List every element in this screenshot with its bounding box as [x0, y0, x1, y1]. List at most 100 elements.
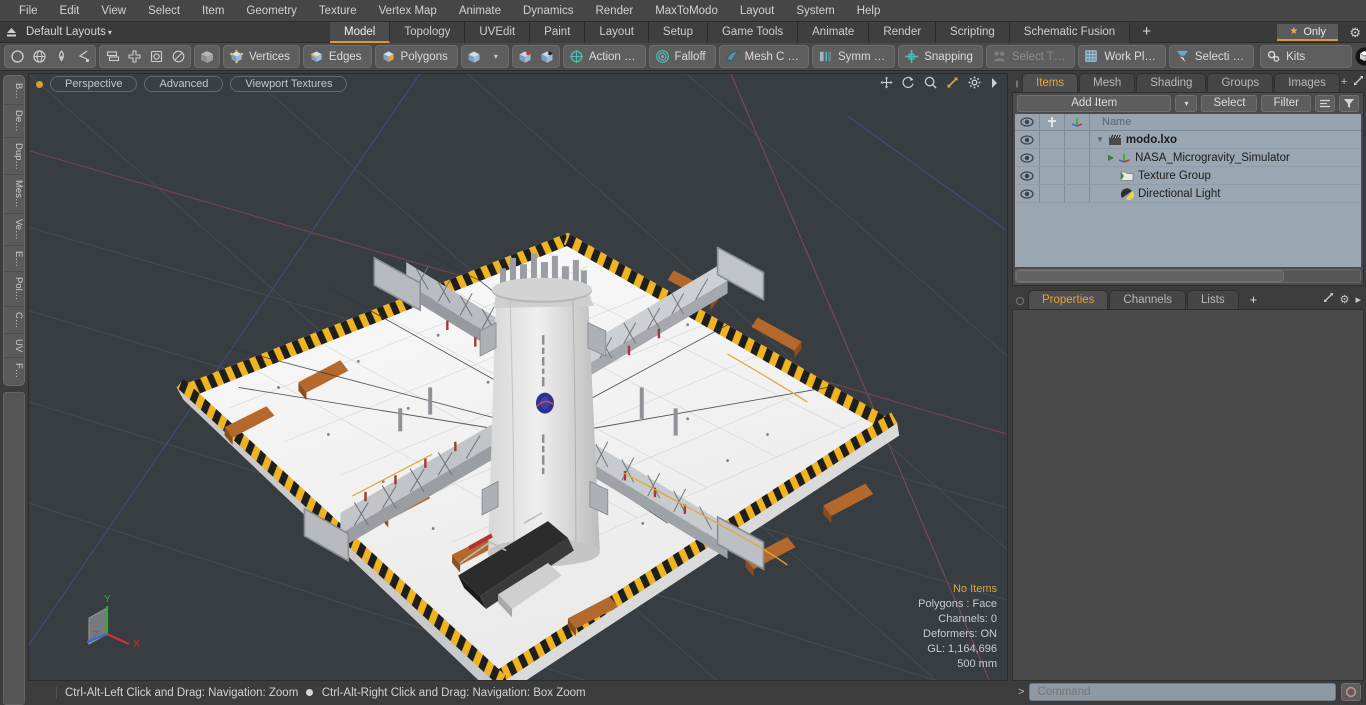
- row-name-cell[interactable]: ▶ NASA_Microgravity_Simulator: [1090, 149, 1361, 167]
- menu-item-geometry[interactable]: Geometry: [235, 0, 308, 22]
- row-axis-cell[interactable]: [1065, 131, 1090, 148]
- selection-set-button[interactable]: Selecti …: [1168, 45, 1255, 68]
- action-center-button[interactable]: Action …: [562, 45, 646, 68]
- snap-cube-a-icon[interactable]: [514, 46, 536, 67]
- panel-gear-icon[interactable]: ⚙: [1340, 293, 1350, 306]
- tab-items[interactable]: Items: [1022, 73, 1079, 92]
- select-button[interactable]: Select: [1201, 94, 1258, 112]
- tab-game-tools[interactable]: Game Tools: [707, 22, 799, 43]
- expand-icon[interactable]: [1323, 292, 1334, 306]
- command-stop-icon[interactable]: [1341, 683, 1361, 701]
- stack-icon[interactable]: [101, 46, 123, 67]
- row-name-cell[interactable]: ▼ modo.lxo: [1090, 131, 1361, 149]
- menu-item-select[interactable]: Select: [137, 0, 191, 22]
- zoom-icon[interactable]: [924, 76, 937, 89]
- row-eye-icon[interactable]: [1015, 131, 1040, 148]
- left-tab-mesh-edit[interactable]: Mes…: [4, 175, 24, 214]
- sketchfab-icon[interactable]: [1355, 46, 1366, 67]
- globe-icon[interactable]: [28, 46, 50, 67]
- row-axis-cell[interactable]: [1065, 167, 1090, 184]
- add-tab-button[interactable]: +: [1130, 22, 1163, 43]
- tab-model[interactable]: Model: [330, 22, 391, 43]
- expander-icon[interactable]: ▶: [1108, 153, 1114, 162]
- viewport-shading-button[interactable]: Advanced: [144, 76, 224, 92]
- falloff-button[interactable]: Falloff: [648, 45, 716, 68]
- panel-handle-icon[interactable]: [1016, 80, 1018, 88]
- expander-icon[interactable]: ▼: [1096, 135, 1104, 144]
- menu-item-help[interactable]: Help: [846, 0, 892, 22]
- work-plane-button[interactable]: Work Pl…: [1078, 45, 1166, 68]
- viewport-more-icon[interactable]: [990, 77, 999, 89]
- menu-item-item[interactable]: Item: [191, 0, 235, 22]
- tab-schematic-fusion[interactable]: Schematic Fusion: [1009, 22, 1131, 43]
- tab-setup[interactable]: Setup: [648, 22, 708, 43]
- items-cube-icon[interactable]: [463, 46, 485, 67]
- items-mode-dropdown[interactable]: ▾: [485, 46, 507, 67]
- tab-paint[interactable]: Paint: [530, 22, 586, 43]
- row-lock-cell[interactable]: [1040, 131, 1065, 148]
- viewport-settings-icon[interactable]: [968, 76, 981, 89]
- row-eye-icon[interactable]: [1015, 167, 1040, 184]
- tab-properties[interactable]: Properties: [1028, 290, 1109, 309]
- funnel-icon[interactable]: [1339, 94, 1359, 112]
- command-input[interactable]: [1029, 683, 1336, 701]
- left-tab-uv[interactable]: UV: [4, 334, 24, 359]
- row-axis-cell[interactable]: [1065, 185, 1090, 202]
- circle-icon[interactable]: [6, 46, 28, 67]
- mesh-constraint-button[interactable]: Mesh C …: [718, 45, 809, 68]
- table-row[interactable]: ▶ NASA_Microgravity_Simulator: [1015, 149, 1361, 167]
- sort-icon[interactable]: [1315, 94, 1335, 112]
- row-name-cell[interactable]: Texture Group: [1090, 167, 1361, 185]
- gear-icon[interactable]: ⚙: [1349, 25, 1361, 41]
- perspective-viewport[interactable]: Perspective Advanced Viewport Textures X…: [28, 73, 1008, 681]
- layout-name[interactable]: Default Layouts ▾: [22, 26, 118, 38]
- menu-item-view[interactable]: View: [90, 0, 137, 22]
- panel-handle-icon[interactable]: [1016, 297, 1024, 305]
- scrollbar-thumb[interactable]: [1016, 270, 1285, 282]
- tab-shading[interactable]: Shading: [1136, 73, 1207, 92]
- radial-icon[interactable]: [167, 46, 189, 67]
- menu-item-layout[interactable]: Layout: [729, 0, 786, 22]
- left-tab-deform[interactable]: De…: [4, 105, 24, 138]
- left-tab-polygon[interactable]: Pol…: [4, 272, 24, 307]
- properties-add-tab-button[interactable]: +: [1240, 290, 1268, 309]
- items-tree[interactable]: Name ▼ modo.lxo ▶ NASA_Microgravity_Simu…: [1015, 114, 1361, 267]
- tab-animate[interactable]: Animate: [798, 22, 870, 43]
- menu-item-file[interactable]: File: [8, 0, 49, 22]
- row-eye-icon[interactable]: [1015, 185, 1040, 202]
- left-tab-edge[interactable]: E…: [4, 246, 24, 273]
- panel-more-icon[interactable]: ▸: [1355, 293, 1361, 306]
- menu-item-system[interactable]: System: [785, 0, 845, 22]
- pen-icon[interactable]: [50, 46, 72, 67]
- center-icon[interactable]: [145, 46, 167, 67]
- viewport-projection-button[interactable]: Perspective: [50, 76, 138, 92]
- tab-layout[interactable]: Layout: [585, 22, 649, 43]
- row-axis-cell[interactable]: [1065, 149, 1090, 166]
- menu-item-vertex-map[interactable]: Vertex Map: [368, 0, 448, 22]
- fit-icon[interactable]: [946, 76, 959, 89]
- scrollbar-track[interactable]: [1015, 269, 1361, 283]
- tab-uvedit[interactable]: UVEdit: [465, 22, 531, 43]
- menu-item-texture[interactable]: Texture: [308, 0, 368, 22]
- table-row[interactable]: Directional Light: [1015, 185, 1361, 203]
- pan-icon[interactable]: [880, 76, 893, 89]
- row-name-cell[interactable]: Directional Light: [1090, 185, 1361, 203]
- menu-item-dynamics[interactable]: Dynamics: [512, 0, 584, 22]
- expand-icon[interactable]: [1353, 75, 1364, 89]
- items-horizontal-scrollbar[interactable]: [1015, 269, 1361, 283]
- row-eye-icon[interactable]: [1015, 149, 1040, 166]
- selection-mode-polygons[interactable]: Polygons: [374, 45, 458, 68]
- items-tree-empty-area[interactable]: [1015, 203, 1361, 267]
- tab-mesh[interactable]: Mesh …: [1079, 73, 1136, 108]
- table-row[interactable]: Texture Group: [1015, 167, 1361, 185]
- lasso-icon[interactable]: [72, 46, 94, 67]
- left-tab-curve[interactable]: C…: [4, 307, 24, 334]
- add-tab-icon[interactable]: +: [1341, 76, 1347, 88]
- selection-mode-edges[interactable]: Edges: [302, 45, 372, 68]
- viewport-textures-button[interactable]: Viewport Textures: [230, 76, 348, 92]
- tab-topology[interactable]: Topology: [390, 22, 466, 43]
- menu-item-maxtomodo[interactable]: MaxToModo: [644, 0, 729, 22]
- tab-lists[interactable]: Lists: [1187, 290, 1239, 309]
- selection-mode-vertices[interactable]: Vertices: [223, 45, 300, 68]
- align-icon[interactable]: [123, 46, 145, 67]
